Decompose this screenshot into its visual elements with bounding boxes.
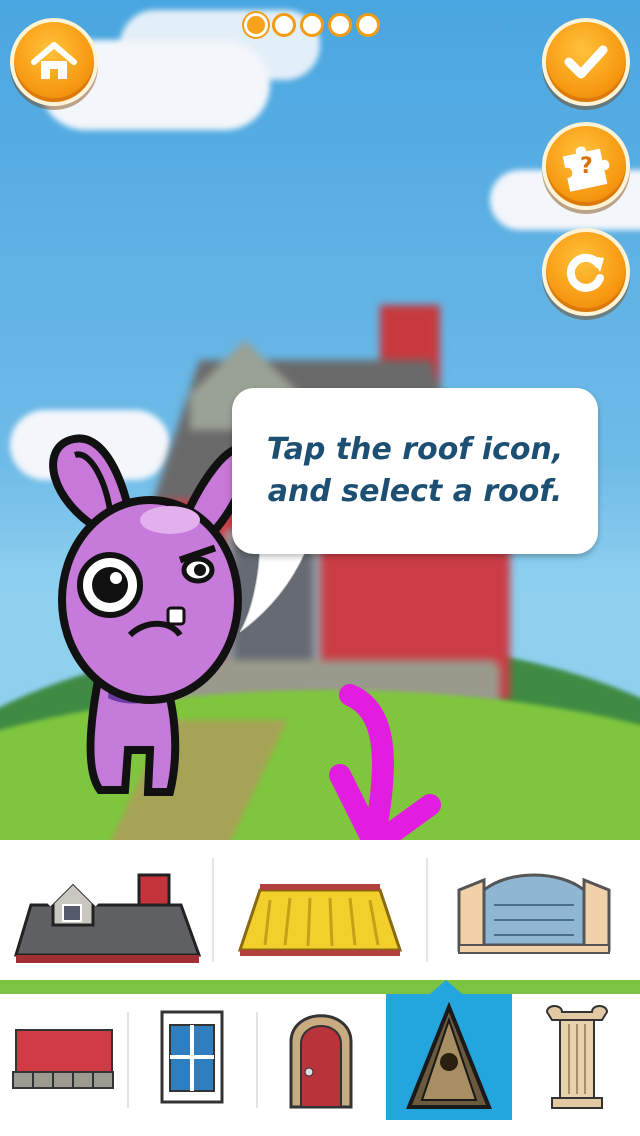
- purple-creature-character: [49, 434, 252, 796]
- roof-category[interactable]: [386, 994, 512, 1120]
- walls-category[interactable]: [0, 994, 126, 1120]
- wall-icon: [12, 1029, 114, 1089]
- a-frame-roof-icon: [406, 1002, 492, 1109]
- thatched-roof-option[interactable]: [214, 840, 426, 980]
- arrow-hint-icon: [329, 684, 441, 840]
- speech-bubble-tail: [240, 540, 311, 633]
- progress-dot: [300, 13, 324, 37]
- speech-bubble: Tap the roof icon, and select a roof.: [232, 388, 598, 554]
- tile-roof-option[interactable]: [428, 840, 640, 980]
- tile-roof-icon: [457, 873, 611, 954]
- column-category[interactable]: [514, 994, 640, 1120]
- door-icon: [289, 1014, 353, 1109]
- window-category[interactable]: [129, 994, 255, 1120]
- door-category[interactable]: [258, 994, 384, 1120]
- instruction-text: Tap the roof icon, and select a roof.: [266, 432, 564, 509]
- category-tray: [0, 994, 640, 1136]
- puzzle-question-mark: ?: [580, 154, 593, 179]
- thatched-roof-icon: [237, 884, 403, 956]
- confirm-button[interactable]: [542, 18, 630, 106]
- puzzle-hint-button[interactable]: ?: [542, 122, 630, 210]
- slate-roof-icon: [13, 873, 201, 963]
- home-icon: [31, 42, 77, 79]
- checkmark-icon: [564, 45, 608, 79]
- progress-dot-active: [244, 13, 268, 37]
- progress-dot: [356, 13, 380, 37]
- roof-options-tray: [0, 840, 640, 980]
- window-icon: [160, 1010, 224, 1104]
- column-icon: [545, 1005, 609, 1109]
- refresh-icon: [566, 253, 604, 292]
- home-button[interactable]: [10, 18, 98, 106]
- slate-roof-option[interactable]: [0, 840, 212, 980]
- reset-button[interactable]: [542, 228, 630, 316]
- grass-strip: [0, 980, 640, 994]
- level-progress-dots: [244, 13, 380, 37]
- progress-dot: [328, 13, 352, 37]
- progress-dot: [272, 13, 296, 37]
- selected-category-caret: [430, 980, 462, 994]
